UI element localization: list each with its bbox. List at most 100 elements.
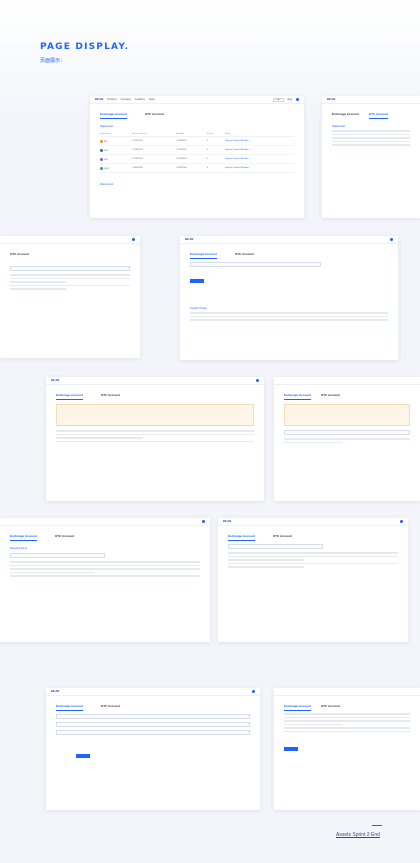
avatar[interactable] — [132, 238, 135, 241]
balance-cell: 2.34567890 — [132, 163, 176, 174]
nav-academy[interactable]: Academy — [135, 98, 145, 101]
transfer-link[interactable]: Transfer — [232, 158, 239, 160]
nav-products[interactable]: Products — [107, 98, 116, 101]
screen-exchange-account: BK.AN Products Company Academy News Logi… — [90, 96, 304, 218]
coin-icon — [100, 157, 103, 161]
tab-exchange-account[interactable]: Exchange Account — [284, 704, 311, 711]
tab-exchange-account[interactable]: Exchange Account — [56, 704, 83, 711]
coin-icon — [100, 166, 103, 170]
logo[interactable]: BK.AN — [327, 98, 335, 101]
action-cell: Deposit Transfer Withdraw — [225, 145, 294, 156]
tab-otc-account[interactable]: OTC Account — [321, 704, 340, 711]
available-cell: 1.12345678 — [176, 145, 207, 156]
coin-label: USDT — [104, 167, 110, 170]
asset-cell: XRP — [100, 145, 133, 156]
section-fiat-account: Fiat Account — [100, 183, 114, 187]
tab-exchange-account[interactable]: Exchange Account — [190, 252, 217, 259]
suggestion-box — [56, 404, 254, 426]
footer-bar — [372, 825, 382, 826]
frozen-cell: 0 — [206, 145, 226, 156]
logo[interactable]: BK.AN — [95, 98, 103, 101]
available-cell: 2.34567890 — [176, 163, 207, 174]
withdraw-link[interactable]: Withdraw — [240, 149, 248, 151]
avatar[interactable] — [296, 98, 299, 101]
section-deposit-amount: Deposit Amount — [10, 547, 27, 550]
deposit-link[interactable]: Deposit — [225, 149, 232, 151]
asset-cell: BTC — [100, 136, 133, 147]
tab-otc-account[interactable]: OTC Account — [55, 534, 74, 541]
coin-label: XRP — [104, 149, 109, 152]
suggestion-box — [284, 404, 410, 426]
logo[interactable]: BK.AN — [51, 379, 59, 382]
frozen-cell: 0 — [206, 136, 226, 147]
tab-otc-account[interactable]: OTC Account — [321, 393, 340, 400]
transfer-button[interactable] — [190, 279, 204, 283]
available-cell: 1.12345678 — [176, 136, 207, 147]
coin-label: BTC — [104, 140, 108, 143]
login-button[interactable]: Login — [272, 97, 284, 102]
submit-button[interactable] — [284, 747, 298, 751]
asset-table: Digital Asset Account Balance Available … — [100, 131, 294, 174]
balance-cell: 1.12345678 — [132, 145, 176, 156]
register-link[interactable]: Reg — [288, 98, 292, 101]
available-cell: 0.12345678 — [176, 154, 207, 165]
nav-news[interactable]: News — [149, 98, 155, 101]
transfer-link[interactable]: Transfer — [232, 140, 239, 142]
avatar[interactable] — [256, 379, 259, 382]
tab-otc-account[interactable]: OTC Account — [101, 393, 120, 400]
top-nav: BK.AN Products Company Academy News Logi… — [90, 96, 304, 104]
avatar[interactable] — [400, 520, 403, 523]
transfer-link[interactable]: Transfer — [232, 167, 239, 169]
tab-exchange-account[interactable]: Exchange Account — [56, 393, 83, 400]
tab-exchange-account[interactable]: Exchange Account — [332, 112, 359, 119]
coin-label: ETH — [104, 158, 108, 161]
footer-label: Assets Sprint 2 End — [336, 832, 380, 838]
deposit-link[interactable]: Deposit — [225, 140, 232, 142]
page-subtitle: 页面展示： — [40, 58, 66, 64]
withdraw-link[interactable]: Withdraw — [240, 167, 248, 169]
deposit-link[interactable]: Deposit — [225, 158, 232, 160]
withdraw-link[interactable]: Withdraw — [240, 158, 248, 160]
balance-cell: 1.12345678 — [132, 136, 176, 147]
tab-otc-account[interactable]: OTC Account — [368, 112, 388, 119]
action-cell: Deposit Transfer Withdraw — [225, 154, 294, 165]
submit-button[interactable] — [76, 754, 90, 758]
tab-otc-account[interactable]: OTC Account — [145, 112, 164, 119]
frozen-cell: 0 — [206, 154, 226, 165]
tab-otc-account[interactable]: OTC Account — [235, 252, 254, 259]
avatar[interactable] — [390, 238, 393, 241]
page: PAGE DISPLAY. 页面展示： BK.AN Products Compa… — [0, 0, 420, 863]
screen-form: BK.AN Exchange Account OTC Account — [46, 688, 260, 810]
logo[interactable]: BK.AN — [223, 520, 231, 523]
transfer-link[interactable]: Transfer — [232, 149, 239, 151]
avatar[interactable] — [202, 520, 205, 523]
screen-otc-account: BK.AN Exchange Account OTC Account Digit… — [322, 96, 420, 218]
tab-exchange-account[interactable]: Exchange Account — [10, 534, 37, 541]
balance-cell: 0.12345678 — [132, 154, 176, 165]
screen-transfer: BK.AN Exchange Account OTC Account Trans… — [180, 236, 398, 360]
screen-deposit: OTC Account — [0, 236, 140, 358]
coin-icon — [100, 148, 103, 152]
withdraw-link[interactable]: Withdraw — [240, 140, 248, 142]
logo[interactable]: BK.AN — [185, 238, 193, 241]
table-row: BTC 1.12345678 1.12345678 0 Deposit Transfer… — [100, 136, 294, 147]
avatar[interactable] — [252, 690, 255, 693]
nav-company[interactable]: Company — [121, 98, 131, 101]
tab-otc-account[interactable]: OTC Account — [273, 534, 292, 541]
frozen-cell: 0 — [206, 163, 226, 174]
tab-exchange-account[interactable]: Exchange Account — [100, 112, 127, 119]
tab-exchange-account[interactable]: Exchange Account — [228, 534, 255, 541]
action-cell: Deposit Transfer Withdraw — [225, 163, 294, 174]
deposit-link[interactable]: Deposit — [225, 167, 232, 169]
coin-icon — [100, 139, 103, 143]
tab-otc-account[interactable]: OTC Account — [10, 252, 29, 256]
screen-confirm: Exchange Account OTC Account — [274, 688, 420, 810]
asset-cell: ETH — [100, 154, 133, 165]
table-row: USDT 2.34567890 2.34567890 0 Deposit Transfe… — [100, 163, 294, 174]
screen-withdraw-detail: Exchange Account OTC Account — [274, 377, 420, 501]
logo[interactable]: BK.AN — [51, 690, 59, 693]
table-row: ETH 0.12345678 0.12345678 0 Deposit Transfer… — [100, 154, 294, 165]
tab-otc-account[interactable]: OTC Account — [101, 704, 120, 711]
action-cell: Deposit Transfer Withdraw — [225, 136, 294, 147]
tab-exchange-account[interactable]: Exchange Account — [284, 393, 311, 400]
